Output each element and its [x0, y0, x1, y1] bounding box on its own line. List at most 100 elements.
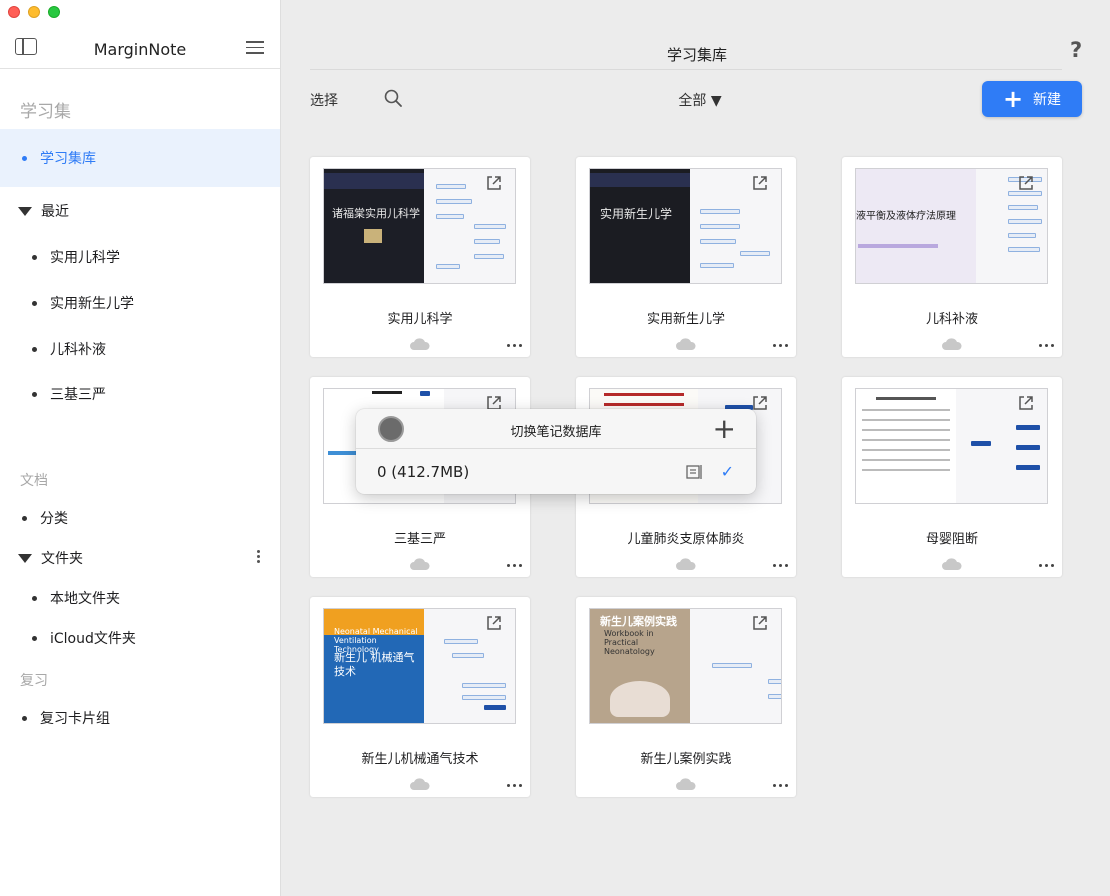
sidebar-item-card-deck[interactable]: 复习卡片组 [0, 700, 280, 736]
card-thumbnail: 实用新生儿学 [589, 168, 782, 284]
sidebar-item-label: 学习集库 [40, 151, 96, 167]
sidebar-toggle-icon[interactable] [15, 38, 37, 55]
sidebar-item-label: 分类 [40, 511, 68, 527]
header-divider [310, 69, 1062, 70]
sidebar-item-category[interactable]: 分类 [0, 500, 280, 536]
section-title-documents: 文档 [20, 473, 48, 489]
study-set-card[interactable]: 实用新生儿学 实用新生儿学 [576, 157, 796, 357]
open-external-icon[interactable] [485, 614, 503, 632]
study-set-card[interactable]: 诸福棠实用儿科学 实用儿科学 [310, 157, 530, 357]
sidebar-item-recent[interactable]: 实用儿科学 [0, 239, 280, 275]
cloud-icon [676, 338, 696, 350]
card-title: 新生儿机械通气技术 [361, 752, 479, 767]
sidebar-item-label: iCloud文件夹 [50, 631, 136, 647]
more-options-icon[interactable] [507, 564, 522, 567]
disclosure-triangle-icon[interactable] [18, 553, 32, 563]
card-thumbnail [855, 388, 1048, 504]
help-button[interactable]: ? [1070, 38, 1082, 62]
open-external-icon[interactable] [485, 174, 503, 192]
minimize-window-button[interactable] [28, 6, 40, 18]
card-title: 儿科补液 [925, 312, 978, 327]
study-set-card[interactable]: 母婴阻断 [842, 377, 1062, 577]
sidebar-item-icloud-folder[interactable]: iCloud文件夹 [0, 620, 280, 656]
sidebar-item-label: 儿科补液 [50, 342, 106, 358]
book-cover: 诸福棠实用儿科学 [324, 169, 424, 283]
check-icon: ✓ [720, 462, 734, 481]
bullet-icon [32, 300, 37, 306]
disclosure-triangle-icon[interactable] [18, 206, 32, 216]
sidebar-item-local-folder[interactable]: 本地文件夹 [0, 580, 280, 616]
more-options-icon[interactable] [1039, 564, 1054, 567]
bullet-icon [22, 715, 27, 721]
sidebar-item-recent[interactable]: 实用新生儿学 [0, 285, 280, 321]
bullet-icon [32, 635, 37, 641]
popover-title: 切换笔记数据库 [510, 425, 602, 440]
book-cover: 液平衡及液体疗法原理 [856, 169, 976, 283]
popover-header: 切换笔记数据库 + [356, 409, 756, 449]
more-options-icon[interactable] [507, 344, 522, 347]
bullet-icon [32, 391, 37, 397]
close-window-button[interactable] [8, 6, 20, 18]
section-title-study-sets: 学习集 [20, 102, 71, 122]
card-thumbnail: Neonatal Mechanical Ventilation Technolo… [323, 608, 516, 724]
zoom-window-button[interactable] [48, 6, 60, 18]
book-cover [856, 389, 956, 503]
card-title: 母婴阻断 [925, 532, 978, 547]
study-set-card[interactable]: Neonatal Mechanical Ventilation Technolo… [310, 597, 530, 797]
section-title-review: 复习 [20, 673, 48, 689]
bullet-icon [32, 595, 37, 601]
menu-icon[interactable] [246, 41, 264, 58]
sidebar-item-label: 文件夹 [41, 551, 83, 567]
search-icon[interactable] [384, 89, 402, 107]
card-thumbnail: 液平衡及液体疗法原理 [855, 168, 1048, 284]
open-external-icon[interactable] [751, 174, 769, 192]
sidebar-item-label: 最近 [41, 204, 69, 220]
cloud-icon [676, 558, 696, 570]
cloud-icon [410, 558, 430, 570]
filter-dropdown[interactable]: 全部 ▼ [660, 90, 740, 110]
bullet-icon [32, 346, 37, 352]
page-title: 学习集库 [666, 46, 727, 64]
avatar[interactable] [378, 416, 404, 442]
sidebar-item-label: 实用儿科学 [50, 250, 120, 266]
more-options-icon[interactable] [773, 344, 788, 347]
select-button[interactable]: 选择 [310, 90, 338, 110]
add-database-button[interactable]: + [713, 412, 736, 446]
new-button[interactable]: + 新建 [982, 81, 1082, 117]
sidebar-item-recent[interactable]: 三基三严 [0, 376, 280, 412]
device-icon[interactable] [686, 464, 704, 480]
bullet-icon [22, 515, 27, 521]
sidebar: MarginNote 学习集 学习集库 最近 实用儿科学 实用新生儿学 儿科补液… [0, 0, 281, 896]
more-options-icon[interactable] [773, 564, 788, 567]
card-title: 实用新生儿学 [646, 312, 725, 327]
cloud-icon [942, 338, 962, 350]
window-controls [8, 6, 60, 18]
sidebar-group-recent[interactable]: 最近 [0, 193, 280, 229]
more-options-icon[interactable] [507, 784, 522, 787]
sidebar-item-label: 复习卡片组 [40, 711, 110, 727]
database-label: 0 (412.7MB) [377, 463, 470, 481]
book-cover: 实用新生儿学 [590, 169, 690, 283]
sidebar-item-label: 本地文件夹 [50, 591, 120, 607]
open-external-icon[interactable] [1017, 394, 1035, 412]
study-set-card[interactable]: 液平衡及液体疗法原理 儿科补液 [842, 157, 1062, 357]
open-external-icon[interactable] [1017, 174, 1035, 192]
database-row[interactable]: 0 (412.7MB) ✓ [356, 450, 756, 494]
more-options-icon[interactable] [773, 784, 788, 787]
card-title: 实用儿科学 [387, 312, 453, 327]
open-external-icon[interactable] [751, 614, 769, 632]
app-title: MarginNote [93, 40, 187, 59]
sidebar-item-library[interactable]: 学习集库 [0, 129, 280, 187]
more-options-icon[interactable] [1039, 344, 1054, 347]
more-vertical-icon[interactable] [257, 550, 260, 565]
sidebar-item-recent[interactable]: 儿科补液 [0, 331, 280, 367]
card-thumbnail: 诸福棠实用儿科学 [323, 168, 516, 284]
card-title: 新生儿案例实践 [640, 752, 732, 767]
sidebar-group-folders[interactable]: 文件夹 [0, 540, 280, 576]
bullet-icon [32, 254, 37, 260]
book-cover: Neonatal Mechanical Ventilation Technolo… [324, 609, 424, 723]
cloud-icon [410, 338, 430, 350]
plus-icon: + [1002, 85, 1024, 113]
cloud-icon [676, 778, 696, 790]
study-set-card[interactable]: 新生儿案例实践 Workbook in Practical Neonatolog… [576, 597, 796, 797]
